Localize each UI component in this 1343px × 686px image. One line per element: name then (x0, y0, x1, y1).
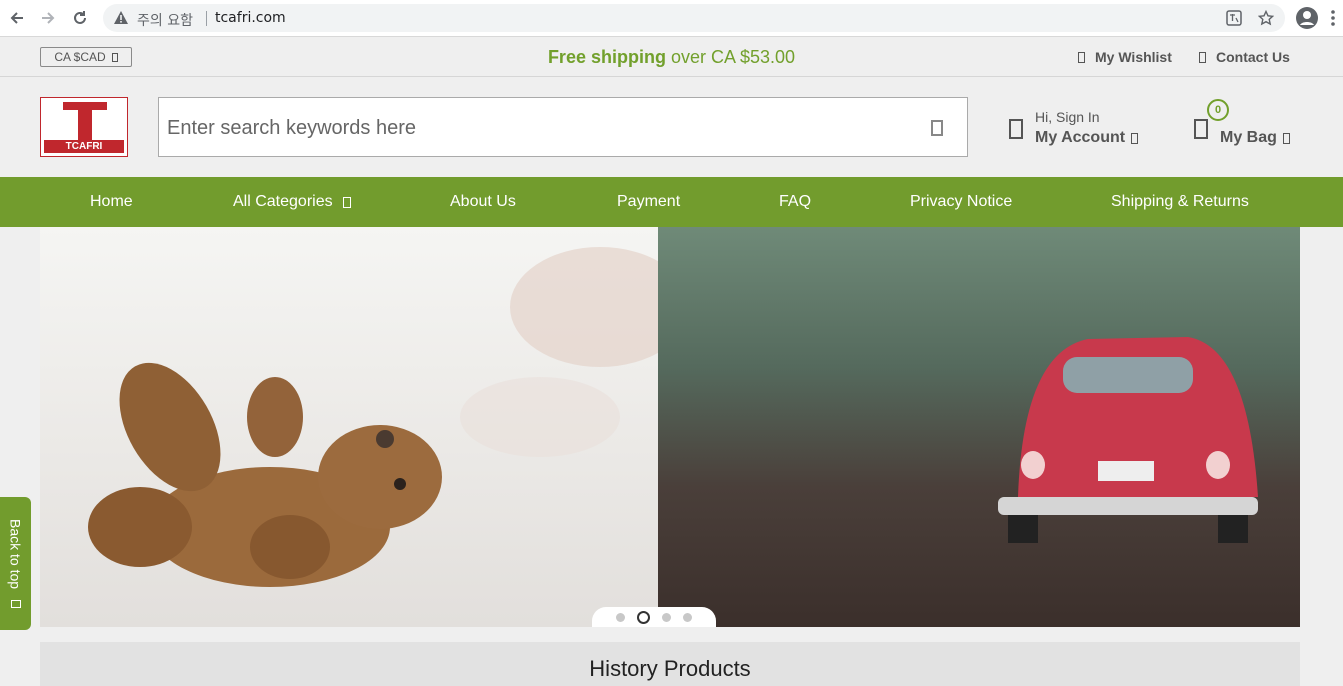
logo-mark-stem (78, 102, 92, 140)
translate-icon[interactable] (1225, 9, 1243, 27)
browser-toolbar: 주의 요함 tcafri.com (0, 0, 1343, 37)
menu-dots-icon[interactable] (1326, 6, 1340, 30)
nav-faq[interactable]: FAQ (779, 193, 811, 211)
bag-count-badge: 0 (1207, 99, 1229, 121)
contact-label: Contact Us (1216, 49, 1290, 65)
site-logo[interactable]: TCAFRI (40, 97, 128, 157)
bag-icon[interactable] (1194, 119, 1208, 139)
carousel-dot[interactable] (662, 612, 671, 622)
nav-label: Shipping & Returns (1111, 193, 1249, 210)
mail-icon (1199, 51, 1206, 63)
security-label: 주의 요함 (137, 13, 193, 29)
nav-label: All Categories (233, 193, 333, 210)
warning-icon[interactable] (113, 10, 129, 30)
back-to-top-label: Back to top (7, 519, 24, 590)
main-nav: Home All Categories About Us Payment FAQ… (0, 177, 1343, 227)
arrow-up-icon (10, 599, 21, 608)
profile-icon[interactable] (1295, 6, 1319, 30)
nav-all-categories[interactable]: All Categories (233, 193, 351, 211)
shipping-rest: over CA $53.00 (670, 47, 796, 67)
reload-icon[interactable] (70, 8, 90, 28)
shipping-bold: Free shipping (547, 47, 666, 67)
wishlist-label: My Wishlist (1095, 49, 1172, 65)
user-icon[interactable] (1009, 119, 1023, 139)
chevron-down-icon (342, 196, 351, 208)
nav-label: About Us (450, 193, 516, 210)
hero-image-teddy-bear (40, 227, 690, 627)
hero-image-toy-car (658, 227, 1300, 627)
chevron-down-icon (1131, 132, 1139, 144)
back-to-top-button[interactable]: Back to top (0, 497, 31, 630)
star-icon[interactable] (1257, 9, 1275, 27)
history-products-section: History Products (40, 642, 1300, 686)
search-icon[interactable] (931, 120, 943, 136)
history-products-title: History Products (589, 656, 751, 681)
nav-about-us[interactable]: About Us (450, 193, 516, 211)
back-to-top-content: Back to top (0, 497, 31, 630)
forward-arrow-icon[interactable] (38, 8, 58, 28)
nav-label: Payment (617, 193, 681, 210)
bag-menu[interactable]: My Bag (1220, 129, 1290, 147)
top-bar: CA $CAD Free shipping over CA $53.00 My … (0, 37, 1343, 77)
search-box (158, 97, 968, 157)
site-header: TCAFRI Hi, Sign In My Account 0 My Bag (0, 77, 1343, 177)
chevron-down-icon (1282, 132, 1290, 144)
nav-privacy-notice[interactable]: Privacy Notice (910, 193, 1012, 211)
account-label: My Account (1035, 129, 1126, 146)
carousel-dot[interactable] (616, 612, 625, 622)
nav-payment[interactable]: Payment (617, 193, 680, 211)
url-text[interactable]: tcafri.com (215, 10, 286, 26)
search-input[interactable] (167, 114, 907, 142)
nav-home[interactable]: Home (90, 193, 133, 211)
logo-text: TCAFRI (44, 140, 124, 153)
carousel-dot[interactable] (683, 612, 692, 622)
address-bar[interactable]: 주의 요함 tcafri.com (103, 4, 1285, 32)
back-arrow-icon[interactable] (7, 8, 27, 28)
heart-icon (1078, 51, 1085, 63)
account-greeting[interactable]: Hi, Sign In (1035, 109, 1100, 125)
omnibox-divider (206, 11, 207, 26)
carousel-pagination (592, 607, 716, 627)
wishlist-link[interactable]: My Wishlist (1078, 49, 1172, 65)
contact-link[interactable]: Contact Us (1199, 49, 1290, 65)
nav-shipping-returns[interactable]: Shipping & Returns (1111, 193, 1249, 211)
nav-label: FAQ (779, 193, 812, 210)
hero-carousel[interactable] (40, 227, 1300, 627)
nav-label: Privacy Notice (910, 193, 1013, 210)
nav-label: Home (90, 193, 133, 210)
carousel-dot-active[interactable] (637, 610, 650, 624)
account-menu[interactable]: My Account (1035, 129, 1139, 147)
bag-label: My Bag (1220, 129, 1277, 146)
